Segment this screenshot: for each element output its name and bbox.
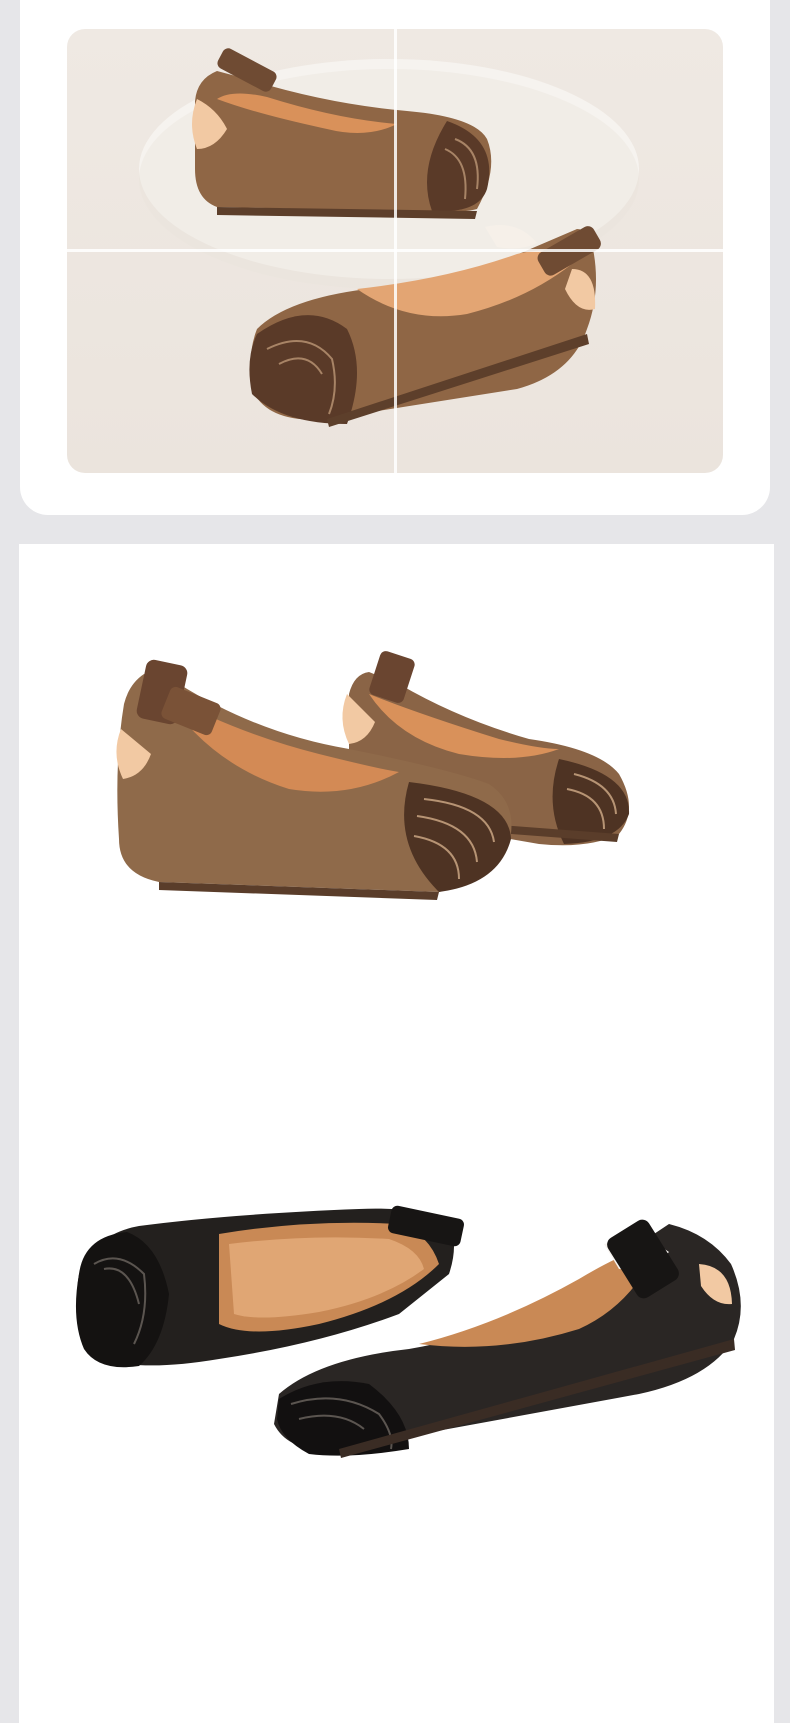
shoe-photo-collage-icon[interactable]: [67, 29, 723, 473]
black-shoe-pair-photo-icon[interactable]: [75, 1205, 741, 1458]
brown-shoe-pair-photo-icon[interactable]: [116, 650, 630, 900]
product-detail-image-card: [19, 544, 774, 1723]
collage-divider-horizontal: [67, 249, 723, 252]
top-photo-card: [20, 0, 770, 515]
